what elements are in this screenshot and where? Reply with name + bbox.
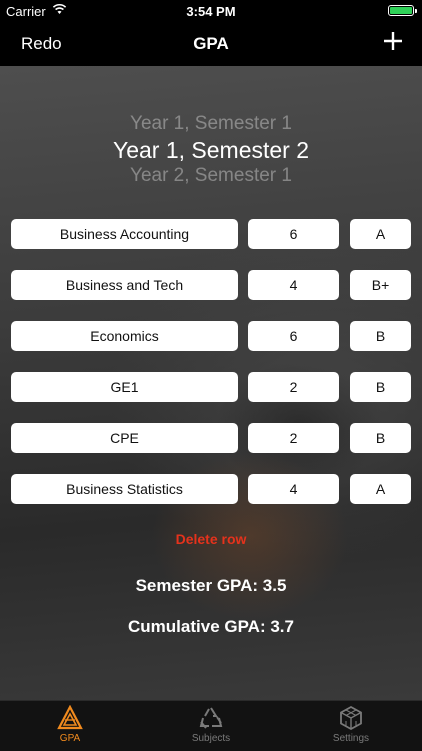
tab-subjects[interactable]: Subjects	[171, 705, 251, 744]
subject-row: GE1 2 B	[0, 372, 422, 402]
picker-option-selected[interactable]: Year 1, Semester 2	[0, 136, 422, 164]
credits-field[interactable]: 6	[248, 321, 339, 351]
settings-cube-icon	[340, 705, 362, 731]
delete-row-button[interactable]: Delete row	[0, 531, 422, 547]
cumulative-gpa-label: Cumulative GPA: 3.7	[128, 617, 294, 636]
navigation-bar: Redo GPA	[0, 22, 422, 66]
subject-name-field[interactable]: Economics	[11, 321, 238, 351]
gpa-triangle-icon	[57, 705, 83, 730]
grade-field[interactable]: B	[350, 372, 411, 402]
subject-name-field[interactable]: GE1	[11, 372, 238, 402]
subject-row: Business Statistics 4 A	[0, 474, 422, 504]
subject-name-field[interactable]: Business Statistics	[11, 474, 238, 504]
subject-row: CPE 2 B	[0, 423, 422, 453]
subject-name-field[interactable]: Business Accounting	[11, 219, 238, 249]
credits-field[interactable]: 2	[248, 423, 339, 453]
grade-field[interactable]: B	[350, 423, 411, 453]
grade-field[interactable]: B+	[350, 270, 411, 300]
credits-field[interactable]: 4	[248, 270, 339, 300]
picker-option-above[interactable]: Year 1, Semester 1	[0, 112, 422, 136]
battery-icon	[388, 5, 414, 16]
page-title: GPA	[193, 34, 229, 53]
grade-field[interactable]: B	[350, 321, 411, 351]
status-time: 3:54 PM	[186, 4, 236, 19]
gpa-content: Year 1, Semester 1 Year 1, Semester 2 Ye…	[0, 66, 422, 700]
battery-nub	[415, 9, 417, 13]
grade-field[interactable]: A	[350, 219, 411, 249]
picker-option-below[interactable]: Year 2, Semester 1	[0, 164, 422, 188]
semester-picker[interactable]: Year 1, Semester 1 Year 1, Semester 2 Ye…	[0, 112, 422, 188]
subject-name-field[interactable]: Business and Tech	[11, 270, 238, 300]
credits-field[interactable]: 6	[248, 219, 339, 249]
tab-bar: GPA Subjects Settings	[0, 700, 422, 751]
credits-field[interactable]: 4	[248, 474, 339, 504]
tab-subjects-label: Subjects	[191, 733, 231, 744]
subject-row: Economics 6 B	[0, 321, 422, 351]
tab-gpa[interactable]: GPA	[30, 705, 110, 744]
subject-row: Business and Tech 4 B+	[0, 270, 422, 300]
credits-field[interactable]: 2	[248, 372, 339, 402]
plus-icon[interactable]	[382, 30, 404, 52]
semester-gpa-label: Semester GPA: 3.5	[135, 576, 287, 595]
subject-name-field[interactable]: CPE	[11, 423, 238, 453]
tab-settings-label: Settings	[332, 733, 370, 744]
subjects-recycle-icon	[199, 707, 223, 729]
tab-settings[interactable]: Settings	[311, 705, 391, 744]
subject-row: Business Accounting 6 A	[0, 219, 422, 249]
grade-field[interactable]: A	[350, 474, 411, 504]
tab-gpa-label: GPA	[59, 733, 81, 744]
status-bar: Carrier 3:54 PM	[0, 0, 422, 22]
